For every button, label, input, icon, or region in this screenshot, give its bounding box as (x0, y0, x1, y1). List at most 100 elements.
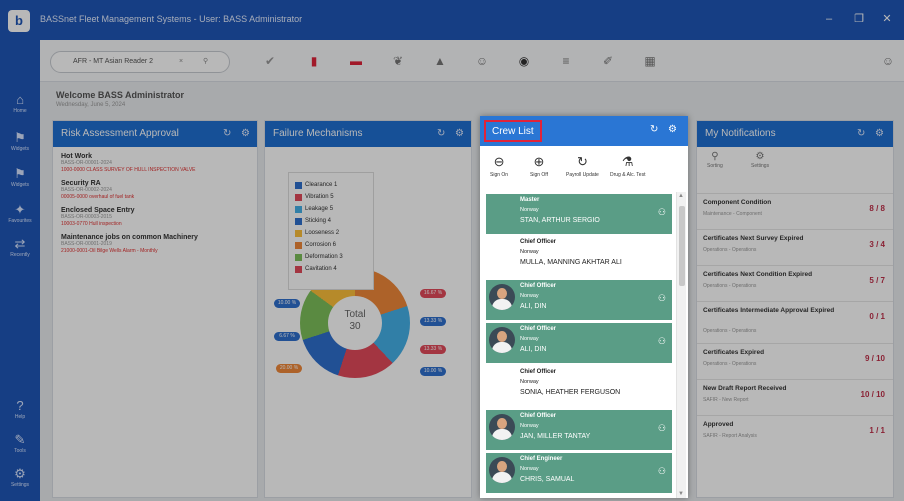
sidebar-item-home[interactable]: ⌂ Home (0, 92, 40, 115)
ship-icon[interactable]: ▲ (430, 52, 450, 70)
sign-on-label: Sign On (490, 172, 509, 178)
avatar (489, 327, 515, 353)
refresh-icon[interactable]: ↻ (857, 121, 865, 147)
scrollbar-thumb[interactable] (679, 206, 685, 286)
payroll-update-button[interactable]: ↻ Payroll Update (566, 154, 599, 178)
clear-icon[interactable]: × (179, 52, 183, 72)
legend-item[interactable]: Clearance 1 (295, 179, 367, 191)
crew-card[interactable]: Chief Officer Norway ALI, DIN ⚇ (486, 280, 672, 320)
notification-title: Certificates Next Survey Expired (703, 235, 804, 242)
sidebar-item-help[interactable]: ? Help (0, 398, 40, 421)
person-icon[interactable]: ⚇ (658, 423, 666, 434)
list-icon[interactable]: ≡ (556, 52, 576, 70)
list-item[interactable]: Security RA BASS-OR-00002-2024 00005-0000 … (53, 174, 257, 201)
gear-icon[interactable]: ⚙ (875, 121, 884, 147)
notification-item[interactable]: Certificates Intermediate Approval Expir… (697, 301, 893, 343)
list-item[interactable]: Hot Work BASS-OR-00001-2024 1000-0000 CLAS… (53, 147, 257, 174)
refresh-icon[interactable]: ↻ (437, 121, 445, 147)
list-item[interactable]: Enclosed Space Entry BASS-OR-00003-2015 10… (53, 201, 257, 228)
notification-item[interactable]: Certificates Expired Operations - Operati… (697, 343, 893, 377)
notification-item[interactable]: New Draft Report Received SAFIR - New Rep… (697, 379, 893, 413)
gear-icon[interactable]: ⚙ (455, 121, 464, 147)
tree-icon[interactable]: ❦ (388, 52, 408, 70)
sidebar-item-settings[interactable]: ⚙ Settings (0, 466, 40, 489)
crew-name: MULLA, MANNING AKHTAR ALI (520, 259, 622, 266)
welcome-title: Welcome BASS Administrator (56, 90, 185, 100)
sorting-button[interactable]: ⚲ Sorting (707, 151, 723, 169)
legend-item[interactable]: Vibration 5 (295, 191, 367, 203)
crew-card[interactable]: Chief Engineer Norway CHRIS, SAMUAL ⚇ (486, 453, 672, 493)
person-icon[interactable]: ⚇ (658, 207, 666, 218)
person-icon[interactable]: ⚇ (658, 293, 666, 304)
notification-item[interactable]: Certificates Next Survey Expired Operatio… (697, 229, 893, 263)
crew-rank: Chief Officer (520, 413, 557, 419)
crew-name: ALI, DIN (520, 346, 547, 353)
pencil-icon: ✎ (14, 432, 26, 447)
minimize-button[interactable]: – (818, 10, 840, 28)
crew-card[interactable]: Chief Officer Norway ALI, DIN ⚇ (486, 323, 672, 363)
flag-icon[interactable]: ▬ (346, 52, 366, 70)
close-button[interactable]: ✕ (876, 10, 898, 28)
crew-name: STAN, ARTHUR SERGIO (520, 217, 600, 224)
legend-item[interactable]: Sticking 4 (295, 215, 367, 227)
refresh-icon[interactable]: ↻ (223, 121, 231, 147)
sidebar-item-widgets-2[interactable]: ⚑ Widgets (0, 166, 40, 189)
settings-button[interactable]: ⚙ Settings (751, 151, 769, 169)
legend-label: Cavitation 4 (305, 266, 337, 272)
legend-item[interactable]: Corrosion 6 (295, 239, 367, 251)
legend-item[interactable]: Deformation 3 (295, 251, 367, 263)
sidebar-item-recently[interactable]: ⇄ Recently (0, 236, 40, 259)
legend-label: Vibration 5 (305, 194, 334, 200)
swap-icon: ⇄ (14, 236, 26, 251)
user-icon[interactable]: ☺ (878, 52, 898, 70)
notification-item[interactable]: Certificates Next Condition Expired Opera… (697, 265, 893, 299)
crew-name: ALI, DIN (520, 303, 547, 310)
person-icon[interactable]: ⚇ (658, 466, 666, 477)
crew-rank: Chief Officer (520, 369, 557, 375)
crew-nationality: Norway (520, 336, 539, 342)
slice-label: 6.67 % (274, 332, 300, 341)
legend-item[interactable]: Looseness 2 (295, 227, 367, 239)
crew-card[interactable]: Chief Officer Norway SONIA, HEATHER FERG… (486, 366, 672, 406)
sidebar-item-tools[interactable]: ✎ Tools (0, 432, 40, 455)
legend-item[interactable]: Cavitation 4 (295, 263, 367, 275)
crew-list-scrollbar[interactable]: ▲ ▼ (676, 192, 686, 498)
title-bar: b BASSnet Fleet Management Systems - Use… (0, 0, 904, 40)
settings-label: Settings (751, 163, 770, 169)
person-icon[interactable]: ⚇ (658, 336, 666, 347)
gear-icon[interactable]: ⚙ (241, 121, 250, 147)
sign-on-button[interactable]: ⊖ Sign On (490, 154, 508, 178)
crew-card[interactable]: Chief Officer Norway MULLA, MANNING AKHT… (486, 236, 672, 276)
notification-item[interactable]: Component Condition Maintenance - Compone… (697, 193, 893, 227)
crew-list-title[interactable]: Crew List (484, 120, 542, 142)
drug-alcohol-test-button[interactable]: ⚗ Drug & Alc. Test (610, 154, 645, 178)
legend-item[interactable]: Leakage 5 (295, 203, 367, 215)
notification-sub: SAFIR - Report Analysis (703, 433, 757, 439)
refresh-icon[interactable]: ↻ (650, 124, 658, 135)
gear-icon[interactable]: ⚙ (668, 124, 677, 135)
notification-item[interactable]: Approved SAFIR - Report Analysis 1 / 1 (697, 415, 893, 449)
check-icon[interactable]: ✔ (260, 52, 280, 70)
chevron-down-icon[interactable]: ▼ (678, 491, 684, 497)
avatar (489, 414, 515, 440)
chevron-up-icon[interactable]: ▲ (678, 193, 684, 199)
alert-icon[interactable]: ▮ (304, 52, 324, 70)
notification-count: 10 / 10 (860, 390, 885, 399)
sidebar-item-widgets[interactable]: ⚑ Widgets (0, 130, 40, 153)
list-item[interactable]: Maintenance jobs on common Machinery BASS… (53, 228, 257, 255)
sidebar-item-favourites[interactable]: ✦ Favourites (0, 202, 40, 225)
item-title: Enclosed Space Entry (61, 207, 135, 214)
search-icon[interactable]: ⚲ (203, 52, 208, 72)
grid-icon[interactable]: ▦ (640, 52, 660, 70)
vessel-selector[interactable]: AFR - MT Asian Reader 2 × ⚲ (50, 51, 230, 73)
maximize-button[interactable]: ❐ (848, 10, 870, 28)
sign-off-button[interactable]: ⊕ Sign Off (530, 154, 548, 178)
crew-card[interactable]: Master Norway STAN, ARTHUR SERGIO ⚇ (486, 194, 672, 234)
smiley-icon[interactable]: ☺ (472, 52, 492, 70)
notification-count: 8 / 8 (869, 204, 885, 213)
notification-sub: Operations - Operations (703, 328, 757, 334)
crew-card[interactable]: Chief Officer Norway JAN, MILLER TANTAY … (486, 410, 672, 450)
wheel-icon[interactable]: ◉ (514, 52, 534, 70)
welcome: Welcome BASS Administrator Wednesday, Ju… (56, 90, 184, 108)
pen-icon[interactable]: ✐ (598, 52, 618, 70)
